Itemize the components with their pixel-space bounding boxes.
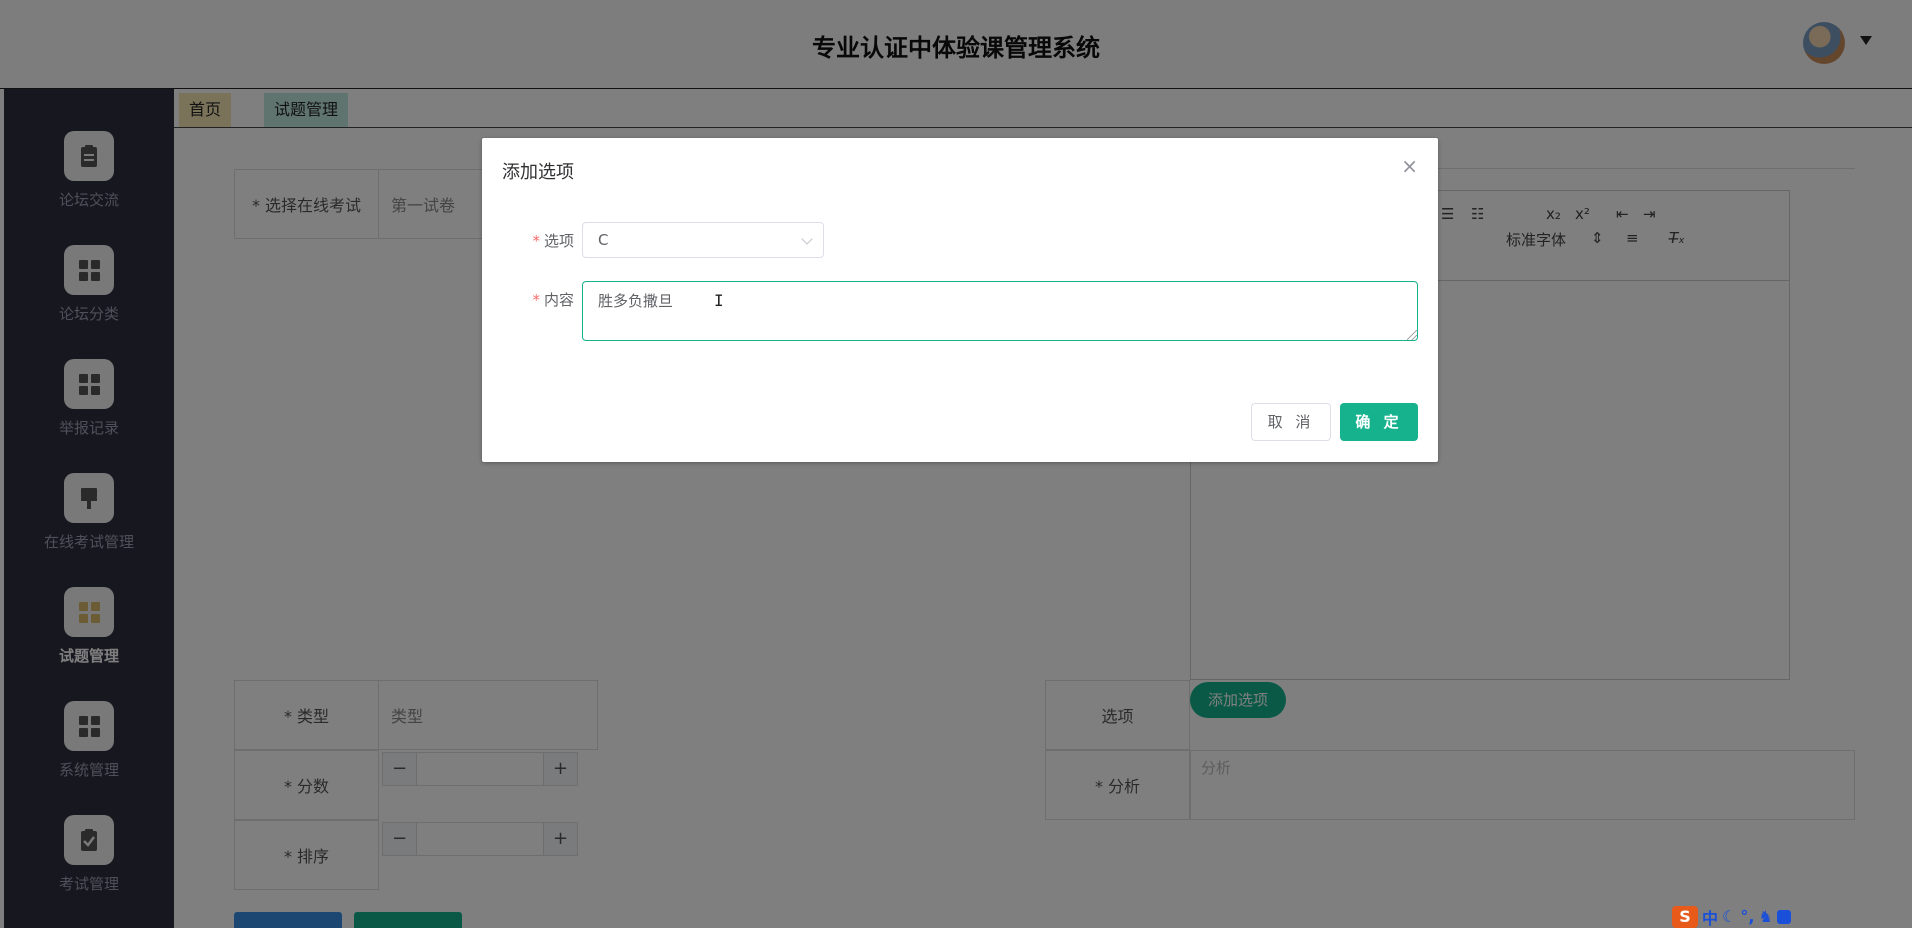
sogou-logo-icon: S (1672, 905, 1698, 928)
shirt-icon[interactable]: ♞ (1758, 907, 1772, 926)
add-option-dialog: 添加选项 × * 选项 C * 内容 胜多负撒旦 I 取 消 确 定 (482, 138, 1438, 462)
moon-icon[interactable]: ☾ (1722, 907, 1736, 926)
punctuation-icon[interactable]: °, (1740, 907, 1754, 926)
close-icon[interactable]: × (1401, 154, 1418, 178)
grid-icon[interactable] (1776, 909, 1791, 924)
content-field-label: * 内容 (532, 291, 574, 309)
option-select-value: C (598, 231, 609, 249)
dialog-title: 添加选项 (502, 162, 574, 183)
ime-mode[interactable]: 中 (1702, 905, 1718, 928)
resize-handle[interactable] (1407, 330, 1417, 340)
cancel-button[interactable]: 取 消 (1251, 403, 1331, 441)
option-field-label: * 选项 (532, 232, 574, 250)
chevron-down-icon (801, 233, 813, 245)
option-select[interactable]: C (582, 222, 824, 258)
content-textarea[interactable]: 胜多负撒旦 (582, 281, 1418, 341)
ime-toolbar[interactable]: S 中 ☾ °, ♞ (1672, 905, 1791, 928)
text-cursor-icon: I (714, 291, 724, 310)
confirm-button[interactable]: 确 定 (1340, 403, 1418, 441)
